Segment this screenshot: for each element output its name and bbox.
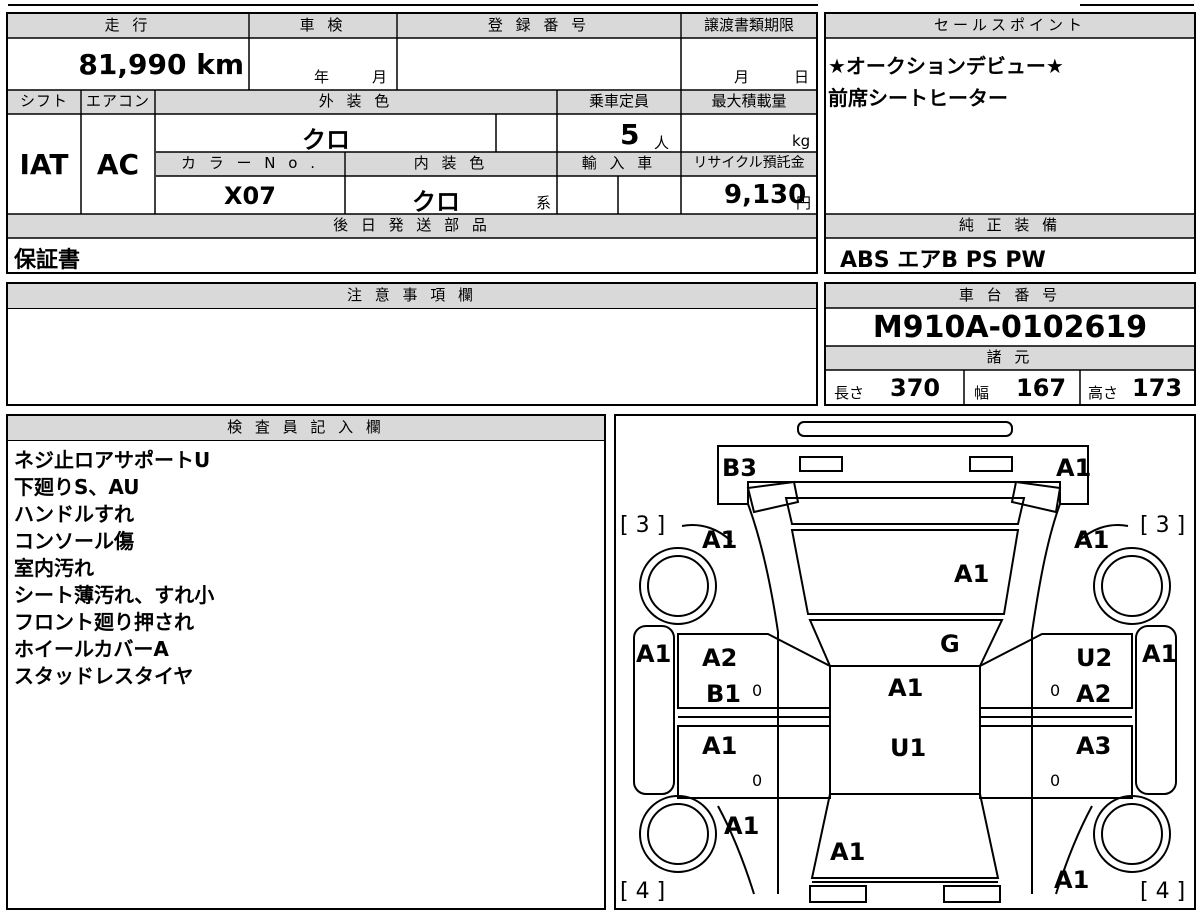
- zero-mark: 0: [752, 771, 762, 790]
- door-rr-grade: A3: [1076, 732, 1111, 760]
- zero-mark: 0: [1050, 681, 1060, 700]
- front-left-corner-grade: B3: [722, 454, 757, 482]
- inspector-note: フロント廻り押され: [14, 610, 194, 634]
- top-edge-strip-right: [1080, 0, 1194, 6]
- windshield-grade: G: [940, 630, 960, 658]
- notes-box: 注 意 事 項 欄: [6, 282, 818, 406]
- fender-fr-grade: A1: [1074, 526, 1109, 554]
- car-diagram-box: B3 A1 A1 A1 A1 G A1 A1 A2 B1 U2 A2 A1 U1…: [614, 414, 1196, 910]
- tire-fr-number: [ 3 ]: [1140, 513, 1185, 538]
- car-diagram: B3 A1 A1 A1 A1 G A1 A1 A2 B1 U2 A2 A1 U1…: [620, 421, 1185, 904]
- door-fl-top-grade: A2: [702, 644, 737, 672]
- inspector-note: 下廻りS、AU: [14, 475, 140, 499]
- inspector-header: 検 査 員 記 入 欄: [8, 416, 604, 441]
- inspector-note: ネジ止ロアサポートU: [14, 448, 211, 472]
- roof-under-grade: U1: [890, 734, 926, 762]
- trunk-grade: A1: [830, 838, 865, 866]
- side-left-grade: A1: [636, 640, 671, 668]
- door-fr-bottom-grade: A2: [1076, 680, 1111, 708]
- door-fl-bottom-grade: B1: [706, 680, 741, 708]
- chassis-grid-lines: [826, 307, 1194, 404]
- sales-grid-lines: [826, 37, 1194, 239]
- inspector-note: シート薄汚れ、すれ小: [14, 583, 215, 607]
- inspector-note: ホイールカバーA: [14, 637, 169, 661]
- inspector-note: ハンドルすれ: [14, 502, 134, 526]
- zero-mark: 0: [752, 681, 762, 700]
- tire-fl-number: [ 3 ]: [620, 513, 665, 538]
- chassis-box: 車 台 番 号 M910A-0102619 諸 元 長さ 370 幅 167 高…: [824, 282, 1196, 406]
- inspector-note: スタッドレスタイヤ: [14, 664, 194, 688]
- vehicle-info-grid: 走 行 車 検 登 録 番 号 譲渡書類期限 81,990 km 年 月 月 日…: [6, 12, 818, 274]
- roof-grade: A1: [888, 674, 923, 702]
- notes-header: 注 意 事 項 欄: [8, 284, 816, 309]
- inspector-note: コンソール傷: [14, 529, 134, 553]
- rear-fender-l-grade: A1: [724, 812, 759, 840]
- top-edge-strip: [8, 0, 818, 6]
- tire-rr-number: [ 4 ]: [1140, 879, 1185, 904]
- info-grid-lines: [8, 14, 816, 239]
- inspector-note: 室内汚れ: [14, 556, 94, 580]
- side-right-grade: A1: [1142, 640, 1177, 668]
- zero-mark: 0: [1050, 771, 1060, 790]
- door-fr-top-grade: U2: [1076, 644, 1112, 672]
- hood-grade: A1: [954, 560, 989, 588]
- door-rl-grade: A1: [702, 732, 737, 760]
- tire-rl-number: [ 4 ]: [620, 879, 665, 904]
- fender-fl-grade: A1: [702, 526, 737, 554]
- front-right-corner-grade: A1: [1056, 454, 1091, 482]
- rear-right-corner-grade: A1: [1054, 866, 1089, 894]
- inspector-box: 検 査 員 記 入 欄 ネジ止ロアサポートU 下廻りS、AU ハンドルすれ コン…: [6, 414, 606, 910]
- sales-point-box: セールスポイント ★オークションデビュー★ 前席シートヒーター 純 正 装 備 …: [824, 12, 1196, 274]
